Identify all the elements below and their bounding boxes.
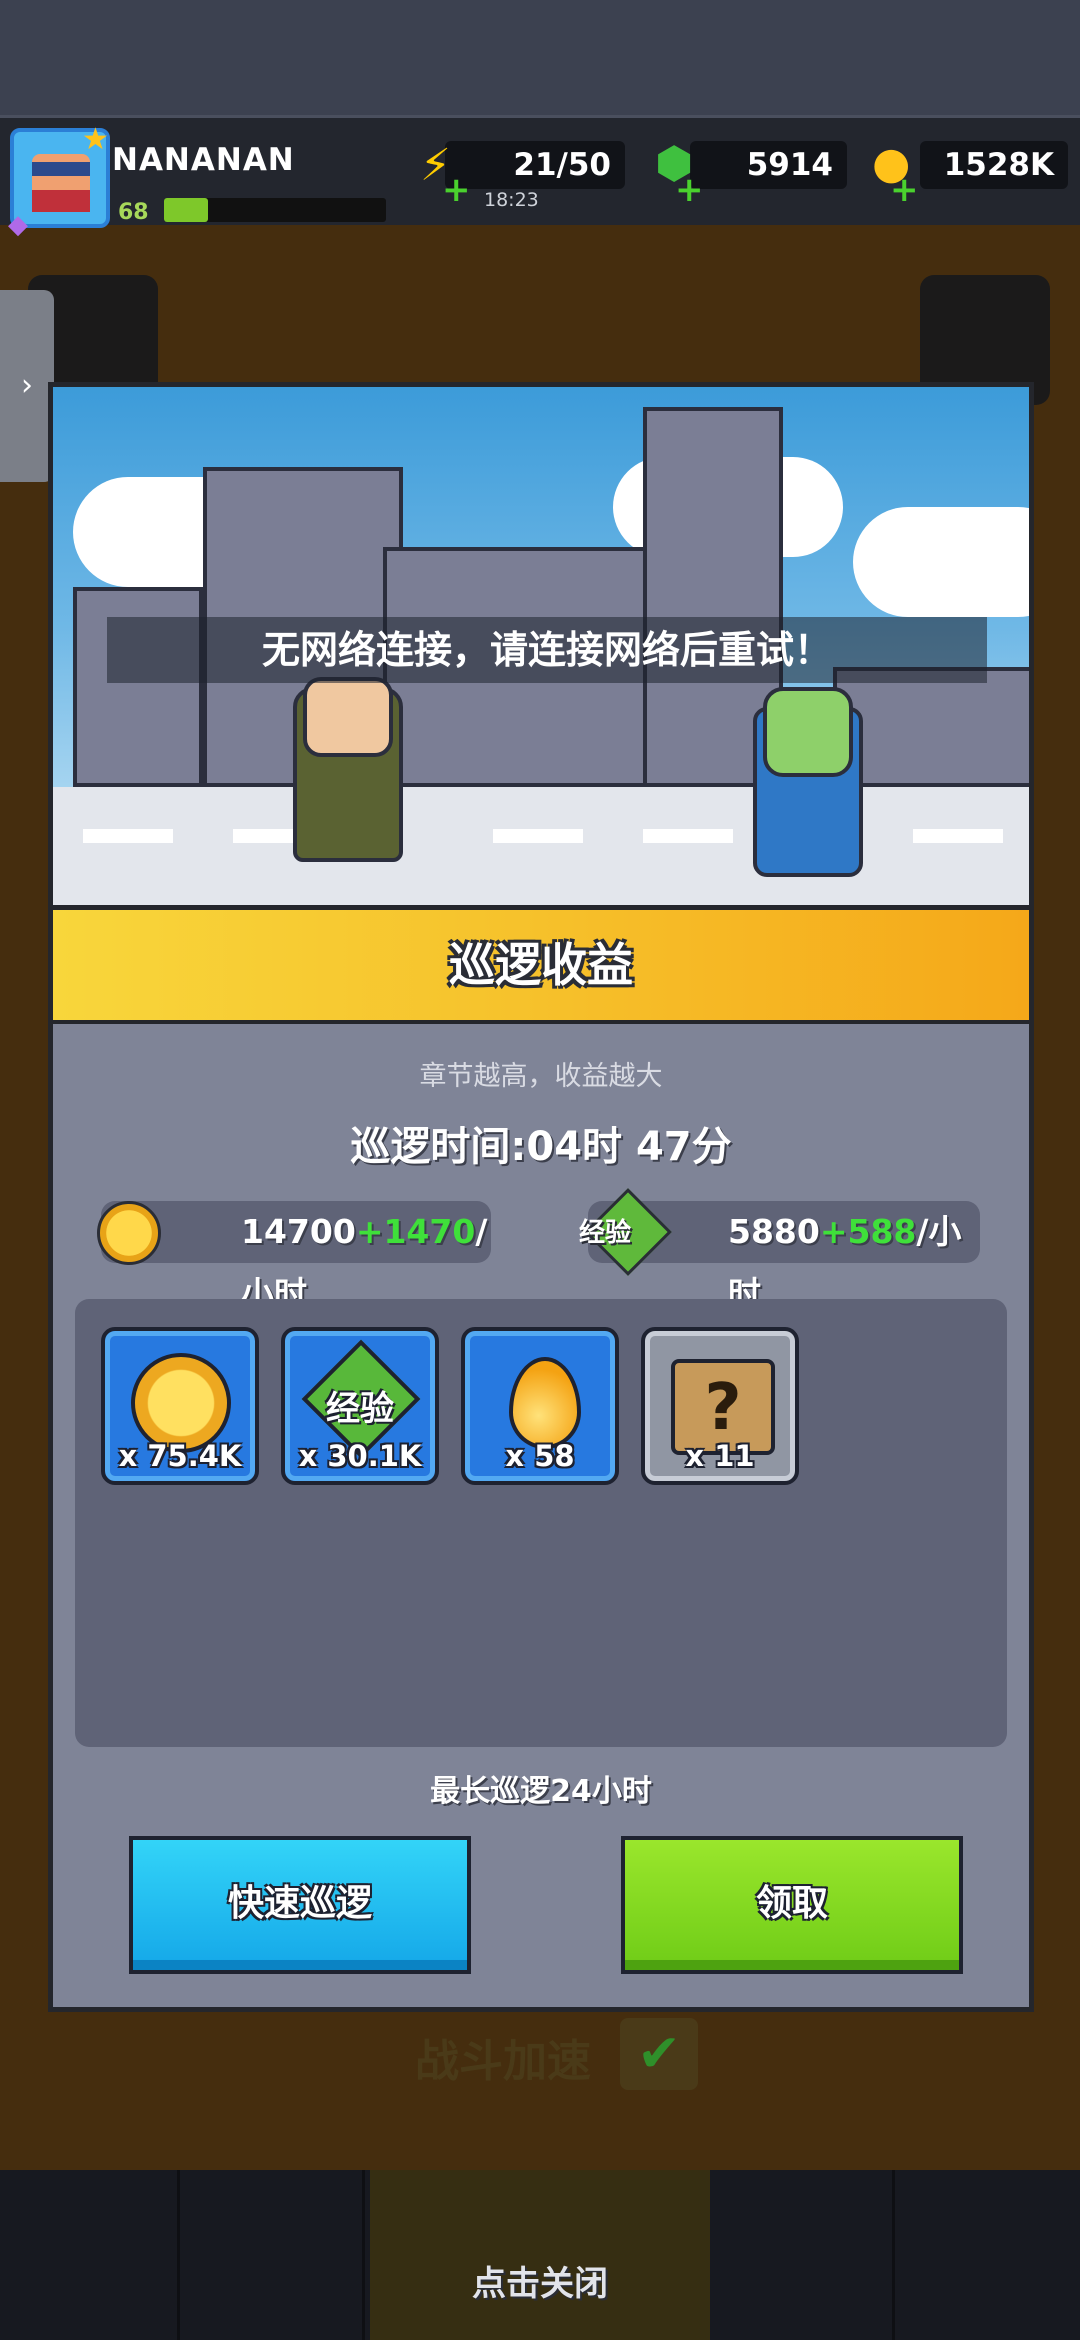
exp-rate-base: 5880 <box>728 1212 820 1251</box>
road <box>53 787 1029 905</box>
coin-icon <box>97 1201 161 1265</box>
building <box>833 667 1029 787</box>
exp-rate-bonus: +588 <box>819 1212 917 1251</box>
zombie-head <box>763 687 853 777</box>
exp-icon-label: 经验 <box>326 1389 394 1429</box>
patrol-scene: 无网络连接，请连接网络后重试！ <box>48 382 1034 910</box>
road-stripe <box>493 829 583 843</box>
xp-bar <box>164 198 386 222</box>
patrol-time: 巡逻时间:04时 47分 <box>350 1124 732 1170</box>
reward-item-exp[interactable]: 经验 x 30.1K <box>281 1327 439 1485</box>
status-bar-area <box>0 0 1080 115</box>
reward-qty: x 11 <box>685 1439 755 1473</box>
check-icon: ✔ <box>620 2018 698 2090</box>
player-level: 68 <box>118 200 149 225</box>
player-name: NANANAN <box>112 142 295 178</box>
add-gem-icon[interactable]: + <box>675 170 704 210</box>
coin-rate-bonus: +1470 <box>355 1212 476 1251</box>
no-network-message: 无网络连接，请连接网络后重试！ <box>107 617 987 683</box>
reward-items: x 75.4K 经验 x 30.1K x 58 ? x 11 <box>75 1299 1007 1747</box>
claim-button[interactable]: 领取 <box>621 1836 963 1974</box>
exp-icon-label: 经验 <box>579 1218 632 1248</box>
coin-icon <box>131 1353 231 1453</box>
add-energy-icon[interactable]: + <box>442 170 471 210</box>
road-stripe <box>913 829 1003 843</box>
reward-item-drop[interactable]: x 58 <box>461 1327 619 1485</box>
hint-text: 章节越高，收益越大 <box>419 1061 663 1092</box>
modal-title: 巡逻收益 <box>449 938 633 992</box>
coin-rate-base: 14700 <box>241 1212 356 1251</box>
gunman-head <box>303 677 393 757</box>
xp-bar-fill <box>164 198 209 222</box>
road-stripe <box>83 829 173 843</box>
cloud <box>853 507 1029 617</box>
energy-timer: 18:23 <box>484 189 539 211</box>
add-coin-icon[interactable]: + <box>890 170 919 210</box>
tap-to-close-hint[interactable]: 点击关闭 <box>0 2256 1080 2305</box>
reward-qty: x 58 <box>505 1439 575 1473</box>
coin-counter: 1528K <box>920 141 1068 189</box>
drop-icon <box>509 1357 581 1449</box>
modal-title-banner: 巡逻收益 <box>48 905 1034 1020</box>
avatar-headband <box>32 162 90 176</box>
reward-qty: x 30.1K <box>298 1439 422 1473</box>
reward-item-coin[interactable]: x 75.4K <box>101 1327 259 1485</box>
top-hud: ★ ◆ NANANAN 68 21/50 ⚡ + 18:23 5914 ⬢ + … <box>0 115 1080 240</box>
energy-counter: 21/50 <box>445 141 625 189</box>
crown-icon: ★ <box>82 122 109 157</box>
fast-patrol-button[interactable]: 快速巡逻 <box>129 1836 471 1974</box>
chevron-right-icon: › <box>21 368 33 403</box>
max-patrol-note: 最长巡逻24小时 <box>430 1774 652 1809</box>
patrol-reward-panel: 章节越高，收益越大 巡逻时间:04时 47分 14700+1470/小时 588… <box>48 1020 1034 2012</box>
gem-counter: 5914 <box>690 141 847 189</box>
vip-gem-icon: ◆ <box>8 210 28 240</box>
road-stripe <box>643 829 733 843</box>
side-drawer-toggle[interactable]: › <box>0 290 54 482</box>
reward-qty: x 75.4K <box>118 1439 242 1473</box>
avatar-mask <box>32 190 90 212</box>
battle-speed-label: 战斗加速 <box>415 2036 591 2087</box>
game-screen: 战斗加速 ✔ ★ ◆ NANANAN 68 21/50 ⚡ + 18:23 59… <box>0 0 1080 2340</box>
reward-item-mystery-map[interactable]: ? x 11 <box>641 1327 799 1485</box>
